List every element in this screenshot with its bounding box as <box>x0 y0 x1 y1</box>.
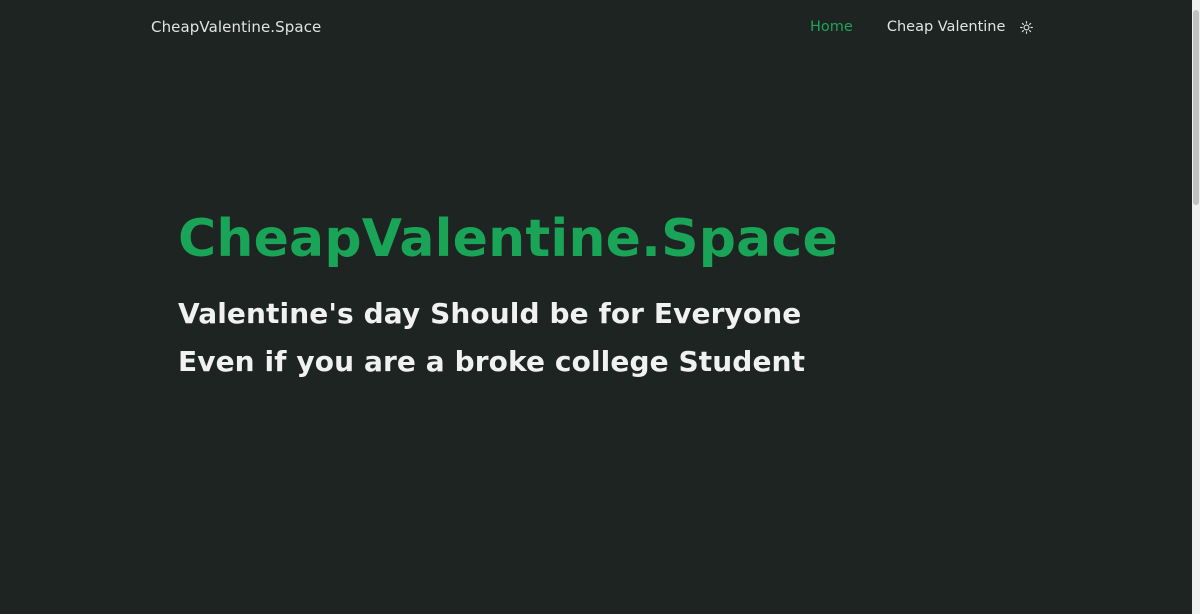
main-nav: Home Cheap Valentine <box>810 17 1033 37</box>
page: CheapValentine.Space Home Cheap Valentin… <box>0 0 1200 614</box>
nav-cheap-valentine-link[interactable]: Cheap Valentine <box>887 17 1006 37</box>
vertical-scrollbar[interactable] <box>1192 0 1200 614</box>
top-navbar: CheapValentine.Space Home Cheap Valentin… <box>0 0 1192 54</box>
sun-icon <box>1019 20 1033 34</box>
brand-link[interactable]: CheapValentine.Space <box>151 17 321 37</box>
nav-home-link[interactable]: Home <box>810 17 853 37</box>
theme-toggle-button[interactable] <box>1019 20 1033 34</box>
hero-title: CheapValentine.Space <box>178 209 838 269</box>
hero-section: CheapValentine.Space Valentine's day Sho… <box>178 205 838 386</box>
scrollbar-thumb[interactable] <box>1193 10 1199 205</box>
hero-subtitle-line-1: Valentine's day Should be for Everyone <box>178 297 802 330</box>
hero-subtitle-line-2: Even if you are a broke college Student <box>178 345 806 378</box>
